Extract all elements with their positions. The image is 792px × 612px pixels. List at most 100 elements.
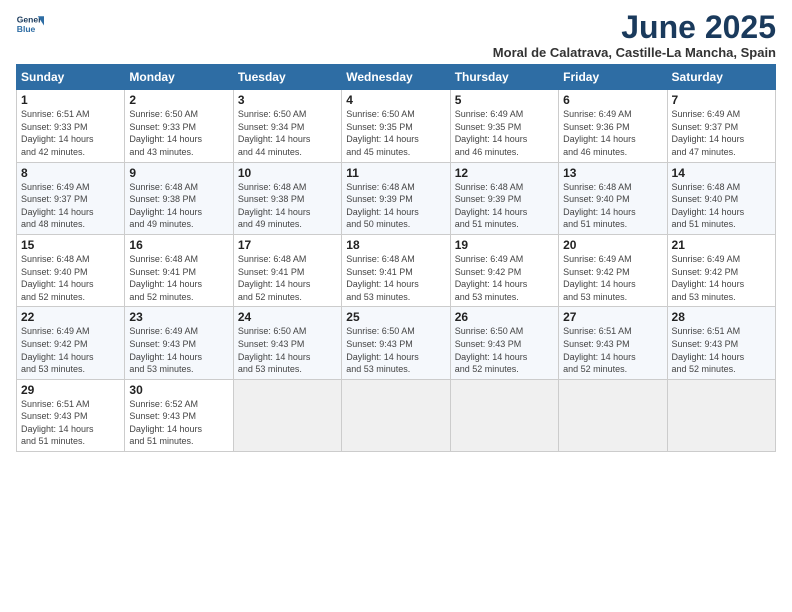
day-info: Sunrise: 6:50 AM Sunset: 9:33 PM Dayligh…	[129, 108, 228, 158]
calendar-cell: 5Sunrise: 6:49 AM Sunset: 9:35 PM Daylig…	[450, 90, 558, 162]
calendar-cell: 24Sunrise: 6:50 AM Sunset: 9:43 PM Dayli…	[233, 307, 341, 379]
calendar-cell: 14Sunrise: 6:48 AM Sunset: 9:40 PM Dayli…	[667, 162, 775, 234]
day-info: Sunrise: 6:52 AM Sunset: 9:43 PM Dayligh…	[129, 398, 228, 448]
day-info: Sunrise: 6:51 AM Sunset: 9:43 PM Dayligh…	[672, 325, 771, 375]
day-number: 3	[238, 93, 337, 107]
day-info: Sunrise: 6:51 AM Sunset: 9:33 PM Dayligh…	[21, 108, 120, 158]
logo-icon: General Blue	[16, 10, 44, 38]
day-number: 22	[21, 310, 120, 324]
day-number: 7	[672, 93, 771, 107]
day-info: Sunrise: 6:50 AM Sunset: 9:43 PM Dayligh…	[238, 325, 337, 375]
calendar-cell: 19Sunrise: 6:49 AM Sunset: 9:42 PM Dayli…	[450, 234, 558, 306]
day-number: 23	[129, 310, 228, 324]
calendar-cell: 4Sunrise: 6:50 AM Sunset: 9:35 PM Daylig…	[342, 90, 450, 162]
day-info: Sunrise: 6:48 AM Sunset: 9:41 PM Dayligh…	[346, 253, 445, 303]
calendar-cell	[450, 379, 558, 451]
calendar-cell	[342, 379, 450, 451]
day-number: 24	[238, 310, 337, 324]
title-block: June 2025 Moral de Calatrava, Castille-L…	[493, 10, 776, 60]
day-info: Sunrise: 6:49 AM Sunset: 9:35 PM Dayligh…	[455, 108, 554, 158]
day-info: Sunrise: 6:48 AM Sunset: 9:39 PM Dayligh…	[455, 181, 554, 231]
calendar-cell	[667, 379, 775, 451]
weekday-header-friday: Friday	[559, 65, 667, 90]
day-info: Sunrise: 6:51 AM Sunset: 9:43 PM Dayligh…	[21, 398, 120, 448]
weekday-header-sunday: Sunday	[17, 65, 125, 90]
calendar-week-5: 29Sunrise: 6:51 AM Sunset: 9:43 PM Dayli…	[17, 379, 776, 451]
calendar-cell: 7Sunrise: 6:49 AM Sunset: 9:37 PM Daylig…	[667, 90, 775, 162]
day-info: Sunrise: 6:50 AM Sunset: 9:43 PM Dayligh…	[455, 325, 554, 375]
calendar-cell: 25Sunrise: 6:50 AM Sunset: 9:43 PM Dayli…	[342, 307, 450, 379]
day-info: Sunrise: 6:50 AM Sunset: 9:43 PM Dayligh…	[346, 325, 445, 375]
day-number: 13	[563, 166, 662, 180]
day-number: 1	[21, 93, 120, 107]
weekday-header-row: SundayMondayTuesdayWednesdayThursdayFrid…	[17, 65, 776, 90]
day-info: Sunrise: 6:49 AM Sunset: 9:42 PM Dayligh…	[455, 253, 554, 303]
page: General Blue June 2025 Moral de Calatrav…	[0, 0, 792, 612]
day-number: 21	[672, 238, 771, 252]
day-info: Sunrise: 6:51 AM Sunset: 9:43 PM Dayligh…	[563, 325, 662, 375]
day-info: Sunrise: 6:48 AM Sunset: 9:38 PM Dayligh…	[129, 181, 228, 231]
weekday-header-wednesday: Wednesday	[342, 65, 450, 90]
day-number: 18	[346, 238, 445, 252]
day-number: 5	[455, 93, 554, 107]
day-number: 30	[129, 383, 228, 397]
day-info: Sunrise: 6:48 AM Sunset: 9:41 PM Dayligh…	[238, 253, 337, 303]
day-number: 26	[455, 310, 554, 324]
calendar-cell: 2Sunrise: 6:50 AM Sunset: 9:33 PM Daylig…	[125, 90, 233, 162]
calendar-cell: 16Sunrise: 6:48 AM Sunset: 9:41 PM Dayli…	[125, 234, 233, 306]
calendar-cell: 11Sunrise: 6:48 AM Sunset: 9:39 PM Dayli…	[342, 162, 450, 234]
day-number: 29	[21, 383, 120, 397]
day-info: Sunrise: 6:49 AM Sunset: 9:36 PM Dayligh…	[563, 108, 662, 158]
calendar-table: SundayMondayTuesdayWednesdayThursdayFrid…	[16, 64, 776, 452]
calendar-week-2: 8Sunrise: 6:49 AM Sunset: 9:37 PM Daylig…	[17, 162, 776, 234]
svg-text:General: General	[17, 14, 44, 24]
day-info: Sunrise: 6:48 AM Sunset: 9:40 PM Dayligh…	[672, 181, 771, 231]
calendar-week-1: 1Sunrise: 6:51 AM Sunset: 9:33 PM Daylig…	[17, 90, 776, 162]
day-info: Sunrise: 6:49 AM Sunset: 9:37 PM Dayligh…	[672, 108, 771, 158]
calendar-cell: 13Sunrise: 6:48 AM Sunset: 9:40 PM Dayli…	[559, 162, 667, 234]
weekday-header-tuesday: Tuesday	[233, 65, 341, 90]
day-info: Sunrise: 6:50 AM Sunset: 9:35 PM Dayligh…	[346, 108, 445, 158]
calendar-cell: 26Sunrise: 6:50 AM Sunset: 9:43 PM Dayli…	[450, 307, 558, 379]
logo: General Blue	[16, 10, 44, 38]
day-number: 2	[129, 93, 228, 107]
day-number: 6	[563, 93, 662, 107]
day-info: Sunrise: 6:49 AM Sunset: 9:43 PM Dayligh…	[129, 325, 228, 375]
day-info: Sunrise: 6:48 AM Sunset: 9:40 PM Dayligh…	[21, 253, 120, 303]
day-info: Sunrise: 6:49 AM Sunset: 9:42 PM Dayligh…	[672, 253, 771, 303]
calendar-cell: 20Sunrise: 6:49 AM Sunset: 9:42 PM Dayli…	[559, 234, 667, 306]
day-number: 11	[346, 166, 445, 180]
day-number: 4	[346, 93, 445, 107]
calendar-cell: 18Sunrise: 6:48 AM Sunset: 9:41 PM Dayli…	[342, 234, 450, 306]
day-number: 14	[672, 166, 771, 180]
day-info: Sunrise: 6:48 AM Sunset: 9:41 PM Dayligh…	[129, 253, 228, 303]
day-number: 27	[563, 310, 662, 324]
header: General Blue June 2025 Moral de Calatrav…	[16, 10, 776, 60]
day-number: 15	[21, 238, 120, 252]
day-number: 12	[455, 166, 554, 180]
calendar-cell: 10Sunrise: 6:48 AM Sunset: 9:38 PM Dayli…	[233, 162, 341, 234]
calendar-week-3: 15Sunrise: 6:48 AM Sunset: 9:40 PM Dayli…	[17, 234, 776, 306]
calendar-cell: 28Sunrise: 6:51 AM Sunset: 9:43 PM Dayli…	[667, 307, 775, 379]
calendar-cell: 17Sunrise: 6:48 AM Sunset: 9:41 PM Dayli…	[233, 234, 341, 306]
day-number: 28	[672, 310, 771, 324]
weekday-header-monday: Monday	[125, 65, 233, 90]
calendar-cell: 3Sunrise: 6:50 AM Sunset: 9:34 PM Daylig…	[233, 90, 341, 162]
day-info: Sunrise: 6:49 AM Sunset: 9:37 PM Dayligh…	[21, 181, 120, 231]
day-info: Sunrise: 6:48 AM Sunset: 9:38 PM Dayligh…	[238, 181, 337, 231]
calendar-cell: 22Sunrise: 6:49 AM Sunset: 9:42 PM Dayli…	[17, 307, 125, 379]
day-info: Sunrise: 6:50 AM Sunset: 9:34 PM Dayligh…	[238, 108, 337, 158]
calendar-cell: 12Sunrise: 6:48 AM Sunset: 9:39 PM Dayli…	[450, 162, 558, 234]
calendar-cell: 1Sunrise: 6:51 AM Sunset: 9:33 PM Daylig…	[17, 90, 125, 162]
weekday-header-saturday: Saturday	[667, 65, 775, 90]
day-info: Sunrise: 6:49 AM Sunset: 9:42 PM Dayligh…	[21, 325, 120, 375]
day-number: 16	[129, 238, 228, 252]
calendar-week-4: 22Sunrise: 6:49 AM Sunset: 9:42 PM Dayli…	[17, 307, 776, 379]
calendar-cell: 29Sunrise: 6:51 AM Sunset: 9:43 PM Dayli…	[17, 379, 125, 451]
day-number: 10	[238, 166, 337, 180]
day-number: 25	[346, 310, 445, 324]
day-number: 8	[21, 166, 120, 180]
weekday-header-thursday: Thursday	[450, 65, 558, 90]
calendar-cell: 30Sunrise: 6:52 AM Sunset: 9:43 PM Dayli…	[125, 379, 233, 451]
day-info: Sunrise: 6:48 AM Sunset: 9:40 PM Dayligh…	[563, 181, 662, 231]
